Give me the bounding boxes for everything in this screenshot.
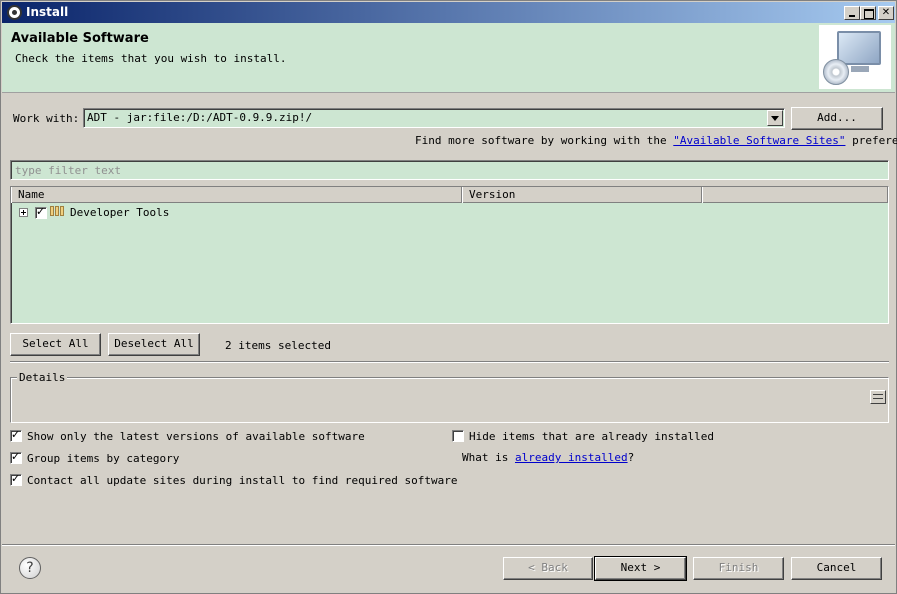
title-bar[interactable]: Install ✕ (2, 2, 895, 23)
select-all-button[interactable]: Select All (10, 333, 101, 356)
close-button[interactable]: ✕ (878, 6, 894, 20)
find-more-text: Find more software by working with the "… (415, 134, 897, 147)
work-with-value: ADT - jar:file:/D:/ADT-0.9.9.zip!/ (87, 111, 313, 124)
hide-installed-label[interactable]: Hide items that are already installed (469, 430, 714, 443)
contact-sites-checkbox[interactable] (10, 472, 22, 486)
category-icon (50, 206, 65, 218)
wizard-banner: Available Software Check the items that … (2, 23, 895, 93)
footer-divider (2, 544, 895, 546)
expand-icon[interactable] (19, 208, 28, 217)
show-latest-label[interactable]: Show only the latest versions of availab… (27, 430, 365, 443)
details-group: Details (10, 371, 889, 423)
chevron-down-icon[interactable] (767, 110, 783, 126)
what-is-installed-text: What is already installed? (462, 451, 635, 464)
group-by-category-checkbox[interactable] (10, 450, 22, 464)
help-icon[interactable]: ? (19, 557, 41, 579)
filter-field[interactable] (10, 160, 889, 180)
filter-input[interactable] (13, 162, 873, 178)
install-dialog: Install ✕ Available Software Check the i… (0, 0, 897, 594)
table-row[interactable]: Developer Tools (11, 204, 888, 222)
back-button[interactable]: < Back (503, 557, 593, 580)
selection-status: 2 items selected (225, 339, 331, 352)
software-tree[interactable]: Name Version Developer Tools (10, 186, 889, 324)
install-wizard-icon (819, 25, 891, 89)
deselect-all-button[interactable]: Deselect All (108, 333, 200, 356)
available-software-sites-link[interactable]: "Available Software Sites" (673, 134, 845, 147)
maximize-button[interactable] (860, 6, 876, 20)
window-title: Install (26, 5, 69, 19)
eclipse-icon (7, 5, 22, 20)
finish-button[interactable]: Finish (693, 557, 784, 580)
page-description: Check the items that you wish to install… (15, 52, 287, 65)
work-with-combo[interactable]: ADT - jar:file:/D:/ADT-0.9.9.zip!/ (83, 108, 785, 128)
details-legend: Details (17, 371, 68, 384)
group-by-category-label[interactable]: Group items by category (27, 452, 179, 465)
table-header: Name Version (11, 187, 888, 203)
column-extra[interactable] (702, 187, 888, 203)
details-toggle-icon[interactable] (870, 390, 886, 404)
developer-tools-checkbox[interactable] (35, 205, 47, 219)
page-title: Available Software (11, 31, 149, 46)
divider (10, 361, 889, 363)
column-version[interactable]: Version (462, 187, 702, 203)
already-installed-link[interactable]: already installed (515, 451, 628, 464)
minimize-button[interactable] (844, 6, 860, 20)
contact-sites-label[interactable]: Contact all update sites during install … (27, 474, 457, 487)
hide-installed-checkbox[interactable] (452, 430, 464, 442)
next-button[interactable]: Next > (594, 556, 687, 581)
add-site-button[interactable]: Add... (791, 107, 883, 130)
cancel-button[interactable]: Cancel (791, 557, 882, 580)
row-name: Developer Tools (70, 206, 170, 219)
column-name[interactable]: Name (11, 187, 462, 203)
work-with-label: Work with: (13, 112, 80, 125)
show-latest-checkbox[interactable] (10, 428, 22, 442)
